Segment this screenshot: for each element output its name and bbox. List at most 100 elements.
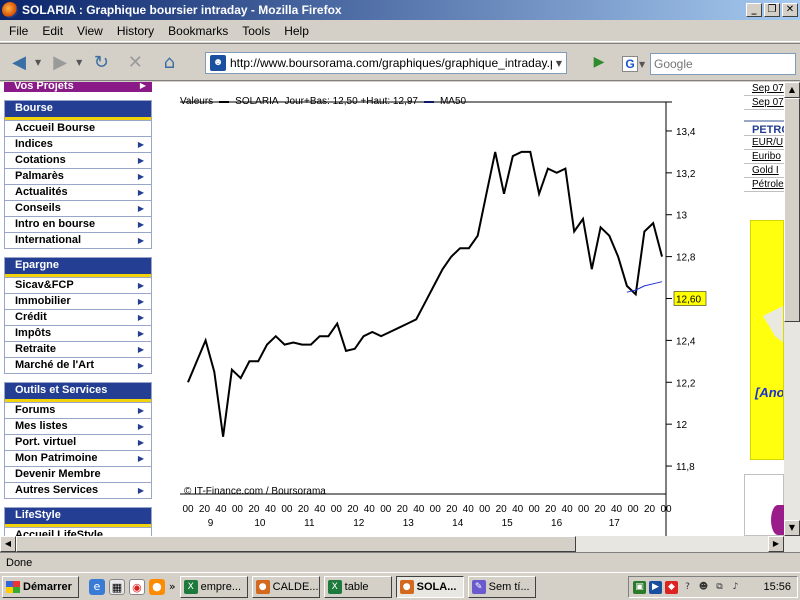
nav-item[interactable]: Mes listes ▶ [5, 418, 151, 434]
x-tick-label: 40 [463, 504, 475, 515]
nav-item-label: Palmarès [15, 170, 64, 182]
menu-bookmarks[interactable]: Bookmarks [161, 24, 235, 38]
search-engine-selector[interactable]: G ▼ [622, 54, 648, 74]
nav-item[interactable]: Crédit ▶ [5, 309, 151, 325]
news-link-2[interactable]: Sep 07 [744, 96, 784, 110]
nav-item[interactable]: Conseils ▶ [5, 200, 151, 216]
x-tick-label: 40 [265, 504, 277, 515]
ie-icon[interactable]: e [88, 578, 105, 595]
market-link-eurusd[interactable]: EUR/U [744, 136, 784, 150]
nav-item-label: Devenir Membre [15, 468, 101, 480]
market-link-euribor[interactable]: Euribo [744, 150, 784, 164]
nav-item[interactable]: Indices ▶ [5, 136, 151, 152]
projects-tab-label: Vos Projets [14, 82, 74, 92]
advertisement-banner[interactable]: [Ano [750, 220, 784, 460]
url-bar[interactable]: ☻ ▼ [205, 52, 567, 74]
nav-item[interactable]: Immobilier ▶ [5, 293, 151, 309]
stop-button[interactable]: ✕ [120, 47, 150, 77]
x-tick-label: 00 [380, 504, 392, 515]
x-tick-label: 20 [397, 504, 409, 515]
tray-volume-icon[interactable]: ♪ [729, 581, 742, 594]
task-firefox-solaria[interactable]: ● SOLA... [395, 575, 464, 598]
tray-media-icon[interactable]: ▶ [649, 580, 662, 594]
nav-item[interactable]: Impôts ▶ [5, 325, 151, 341]
tray-app-icon[interactable]: ▣ [633, 580, 646, 594]
x-tick-label: 00 [479, 504, 491, 515]
chart-canvas: 11,8 12 12,2 12,4 12,8 13 13,2 13,4 00 20 40 00 20 40… [180, 101, 707, 536]
vertical-scroll-thumb[interactable] [784, 98, 800, 322]
nav-item[interactable]: Palmarès ▶ [5, 168, 151, 184]
home-button[interactable]: ⌂ [154, 47, 184, 77]
tray-network-icon[interactable]: ⧉ [713, 581, 726, 594]
tray-panda-icon[interactable]: ☻ [697, 581, 710, 594]
nav-item-label: Actualités [15, 186, 68, 198]
task-excel-1[interactable]: Xempre... [179, 575, 248, 598]
start-button[interactable]: Démarrer [2, 575, 79, 598]
horizontal-scroll-thumb[interactable] [16, 536, 576, 552]
nav-item[interactable]: International ▶ [5, 232, 151, 248]
forward-history-dropdown[interactable]: ▼ [76, 58, 82, 67]
nav-item[interactable]: Devenir Membre [5, 466, 151, 482]
quick-launch-more[interactable]: » [169, 580, 176, 593]
x-hour-label: 11 [304, 518, 315, 529]
menu-view[interactable]: View [70, 24, 110, 38]
tray-record-icon[interactable]: ◆ [665, 580, 678, 594]
tray-help-icon[interactable]: ? [681, 581, 694, 594]
x-tick-label: 00 [281, 504, 293, 515]
menu-edit[interactable]: Edit [35, 24, 70, 38]
go-button[interactable]: ▶ [589, 54, 609, 74]
scroll-down-button[interactable]: ▼ [784, 520, 800, 536]
nav-item[interactable]: Actualités ▶ [5, 184, 151, 200]
desktop-icon[interactable]: ▦ [108, 578, 125, 595]
reload-icon: ↻ [93, 51, 109, 73]
url-history-dropdown[interactable]: ▼ [552, 59, 566, 68]
maximize-button[interactable]: ❐ [764, 3, 780, 17]
task-paint[interactable]: ✎ Sem tí... [467, 575, 536, 598]
nav-item[interactable]: Marché de l'Art ▶ [5, 357, 151, 373]
nav-item[interactable]: Retraite ▶ [5, 341, 151, 357]
nav-section: Epargne Sicav&FCP ▶ Immobilier ▶ Crédit ▶ Impôt… [4, 257, 152, 374]
back-history-dropdown[interactable]: ▼ [35, 58, 41, 67]
task-excel-table[interactable]: Xtable [323, 575, 392, 598]
nav-item[interactable]: Intro en bourse ▶ [5, 216, 151, 232]
minimize-button[interactable]: _ [746, 3, 762, 17]
market-link-gold[interactable]: Gold I [744, 164, 784, 178]
task-firefox-calde[interactable]: ● CALDE... [251, 575, 320, 598]
search-engine-dropdown-icon: ▼ [639, 59, 646, 69]
vertical-scrollbar[interactable]: ▲ ▼ [784, 82, 800, 536]
back-button[interactable]: ◀ [4, 47, 34, 77]
menu-file[interactable]: File [2, 24, 35, 38]
forward-button[interactable]: ▶ [45, 47, 75, 77]
nav-item[interactable]: Forums ▶ [5, 402, 151, 418]
close-button[interactable]: ✕ [782, 3, 798, 17]
nav-item[interactable]: Sicav&FCP ▶ [5, 277, 151, 293]
menu-history[interactable]: History [110, 24, 161, 38]
scroll-left-button[interactable]: ◀ [0, 536, 16, 552]
projects-tab[interactable]: Vos Projets ▶ [4, 82, 152, 92]
market-link-oil[interactable]: Pétrole [744, 178, 784, 192]
nav-item[interactable]: Cotations ▶ [5, 152, 151, 168]
nav-item[interactable]: Autres Services ▶ [5, 482, 151, 498]
nav-item[interactable]: Mon Patrimoine ▶ [5, 450, 151, 466]
advertisement-banner-2[interactable] [744, 474, 784, 536]
firefox-quicklaunch-icon[interactable]: ● [148, 578, 165, 595]
menu-help[interactable]: Help [277, 24, 316, 38]
menu-tools[interactable]: Tools [235, 24, 277, 38]
scroll-up-button[interactable]: ▲ [784, 82, 800, 98]
chevron-right-icon: ▶ [137, 140, 144, 149]
chrome-icon[interactable]: ◉ [128, 578, 145, 595]
nav-item[interactable]: Accueil LifeStyle [5, 527, 151, 536]
nav-item[interactable]: Accueil Bourse [5, 120, 151, 136]
chevron-right-icon: ▶ [137, 172, 144, 181]
nav-item-label: International [15, 234, 82, 246]
horizontal-scrollbar[interactable]: ◀ ▶ [0, 536, 800, 552]
nav-item[interactable]: Port. virtuel ▶ [5, 434, 151, 450]
chevron-right-icon: ▶ [137, 329, 144, 338]
search-box[interactable] [650, 53, 796, 75]
search-input[interactable] [651, 54, 795, 74]
news-link-1[interactable]: Sep 07 [744, 82, 784, 96]
reload-button[interactable]: ↻ [86, 47, 116, 77]
scroll-right-button[interactable]: ▶ [768, 536, 784, 552]
x-tick-label: 40 [611, 504, 623, 515]
url-input[interactable] [230, 56, 552, 70]
